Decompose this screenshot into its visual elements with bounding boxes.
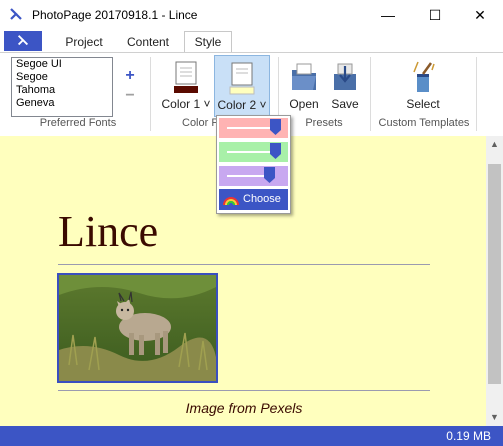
divider-rule [58, 264, 430, 265]
status-bar: 0.19 MB [0, 426, 503, 446]
file-menu-button[interactable] [4, 31, 42, 51]
tab-content[interactable]: Content [120, 32, 176, 52]
group-separator [150, 57, 151, 131]
remove-font-button[interactable]: − [123, 87, 137, 105]
tab-style[interactable]: Style [184, 31, 232, 53]
font-list-item[interactable]: Geneva [12, 97, 112, 110]
group-label-presets: Presets [305, 117, 343, 129]
preferred-fonts-list[interactable]: Segoe UI Segoe Tahoma Geneva [11, 57, 113, 117]
green-slider[interactable] [219, 142, 288, 162]
group-separator [476, 57, 477, 131]
tab-project[interactable]: Project [58, 32, 110, 52]
font-list-item[interactable]: Segoe [12, 71, 112, 84]
save-label: Save [331, 97, 359, 111]
slider-handle[interactable] [270, 119, 281, 135]
red-slider[interactable] [219, 118, 288, 138]
font-list-item[interactable]: Tahoma [12, 84, 112, 97]
app-logo-icon [10, 8, 22, 20]
title-bar: PhotoPage 20170918.1 - Lince — ☐ ✕ [0, 0, 503, 30]
divider-rule [58, 390, 430, 391]
app-menu-icon [17, 35, 29, 46]
vertical-scrollbar[interactable]: ▲ ▼ [486, 136, 503, 426]
ribbon-tabs: Project Content Style [0, 30, 503, 53]
color2-swatch-icon [229, 62, 255, 95]
color1-swatch-icon [174, 61, 198, 93]
folder-open-icon [292, 63, 316, 90]
slider-handle[interactable] [270, 143, 281, 159]
window-title: PhotoPage 20170918.1 - Lince [32, 8, 198, 22]
color1-button[interactable]: Color 1 ˅ [160, 55, 212, 115]
scroll-up-icon[interactable]: ▲ [486, 136, 503, 153]
font-list-item[interactable]: Segoe UI [12, 58, 112, 71]
image-caption: Image from Pexels [185, 400, 303, 416]
color-picker-popup: Choose [216, 115, 291, 214]
blue-slider[interactable] [219, 166, 288, 186]
save-preset-button[interactable]: Save [326, 55, 364, 115]
open-label: Open [289, 97, 319, 111]
rainbow-icon [223, 197, 239, 206]
slider-track [227, 127, 274, 129]
scroll-down-icon[interactable]: ▼ [486, 409, 503, 426]
group-separator [370, 57, 371, 131]
group-label-custom-templates: Custom Templates [378, 117, 470, 129]
color1-label: Color 1 ˅ [161, 97, 211, 111]
minimize-button[interactable]: — [365, 0, 411, 30]
lynx-photo[interactable] [57, 273, 218, 383]
color2-label: Color 2 ˅ [217, 98, 267, 112]
maximize-button[interactable]: ☐ [412, 0, 458, 30]
color2-button[interactable]: Color 2 ˅ [214, 55, 270, 117]
slider-handle[interactable] [264, 167, 275, 183]
choose-label: Choose [243, 193, 281, 205]
select-label: Select [406, 97, 440, 111]
add-font-button[interactable]: + [123, 67, 137, 85]
close-button[interactable]: ✕ [457, 0, 503, 30]
save-icon [334, 63, 356, 90]
slider-track [227, 151, 274, 153]
group-label-preferred-fonts: Preferred Fonts [39, 117, 117, 129]
open-preset-button[interactable]: Open [284, 55, 324, 115]
document-title: Lince [58, 207, 159, 256]
choose-color-button[interactable]: Choose [219, 189, 288, 210]
file-size-indicator: 0.19 MB [446, 429, 491, 443]
select-template-button[interactable]: Select [398, 55, 448, 115]
lynx-image [59, 275, 216, 381]
paint-brush-icon [413, 61, 435, 92]
scrollbar-thumb[interactable] [488, 164, 501, 384]
